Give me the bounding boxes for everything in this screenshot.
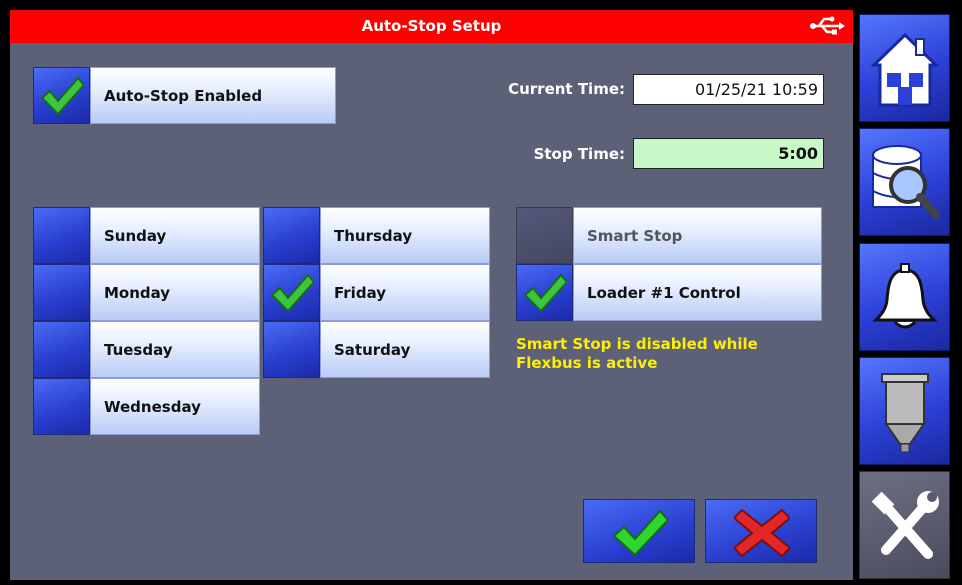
- warning-message: Smart Stop is disabled while Flexbus is …: [516, 335, 816, 373]
- thursday-checkbox[interactable]: [263, 207, 320, 264]
- hopper-icon: [881, 373, 929, 453]
- tuesday-checkbox[interactable]: [33, 321, 90, 378]
- tools-button[interactable]: [859, 471, 950, 579]
- stop-time-label: Stop Time:: [533, 145, 625, 163]
- monday-label[interactable]: Monday: [90, 264, 260, 321]
- wednesday-checkbox[interactable]: [33, 378, 90, 435]
- alarm-button[interactable]: [859, 243, 950, 351]
- current-time-field[interactable]: 01/25/21 10:59: [633, 74, 824, 105]
- smart-stop-label[interactable]: Smart Stop: [573, 207, 822, 264]
- checkmark-icon: [523, 273, 567, 313]
- saturday-checkbox[interactable]: [263, 321, 320, 378]
- warning-line-2: Flexbus is active: [516, 354, 658, 372]
- bell-icon: [872, 263, 938, 329]
- monday-checkbox[interactable]: [33, 264, 90, 321]
- tuesday-label[interactable]: Tuesday: [90, 321, 260, 378]
- confirm-button[interactable]: [583, 499, 695, 563]
- sunday-checkbox[interactable]: [33, 207, 90, 264]
- tools-icon: [871, 491, 939, 559]
- hopper-button[interactable]: [859, 357, 950, 465]
- sidebar: [853, 10, 952, 580]
- usb-icon: [810, 16, 845, 35]
- database-search-icon: [872, 145, 940, 219]
- checkmark-icon: [612, 509, 668, 557]
- checkmark-icon: [270, 273, 314, 313]
- database-search-button[interactable]: [859, 128, 950, 236]
- stop-time-field[interactable]: 5:00: [633, 138, 824, 169]
- cancel-button[interactable]: [705, 499, 817, 563]
- home-icon: [870, 32, 940, 107]
- sunday-label[interactable]: Sunday: [90, 207, 260, 264]
- main-panel: Auto-Stop Setup Auto-Stop Enabled Curren…: [10, 10, 853, 580]
- wednesday-label[interactable]: Wednesday: [90, 378, 260, 435]
- thursday-label[interactable]: Thursday: [320, 207, 490, 264]
- screen: Auto-Stop Setup Auto-Stop Enabled Curren…: [10, 10, 952, 580]
- current-time-label: Current Time:: [508, 80, 625, 98]
- title-bar: Auto-Stop Setup: [10, 10, 853, 43]
- home-button[interactable]: [859, 14, 950, 122]
- loader-control-label[interactable]: Loader #1 Control: [573, 264, 822, 321]
- friday-checkbox[interactable]: [263, 264, 320, 321]
- autostop-label[interactable]: Auto-Stop Enabled: [90, 67, 336, 124]
- warning-line-1: Smart Stop is disabled while: [516, 335, 758, 353]
- checkmark-icon: [40, 76, 84, 116]
- loader-control-checkbox[interactable]: [516, 264, 573, 321]
- autostop-checkbox[interactable]: [33, 67, 90, 124]
- page-title: Auto-Stop Setup: [361, 17, 502, 35]
- saturday-label[interactable]: Saturday: [320, 321, 490, 378]
- smart-stop-checkbox[interactable]: [516, 207, 573, 264]
- friday-label[interactable]: Friday: [320, 264, 490, 321]
- x-icon: [734, 508, 790, 558]
